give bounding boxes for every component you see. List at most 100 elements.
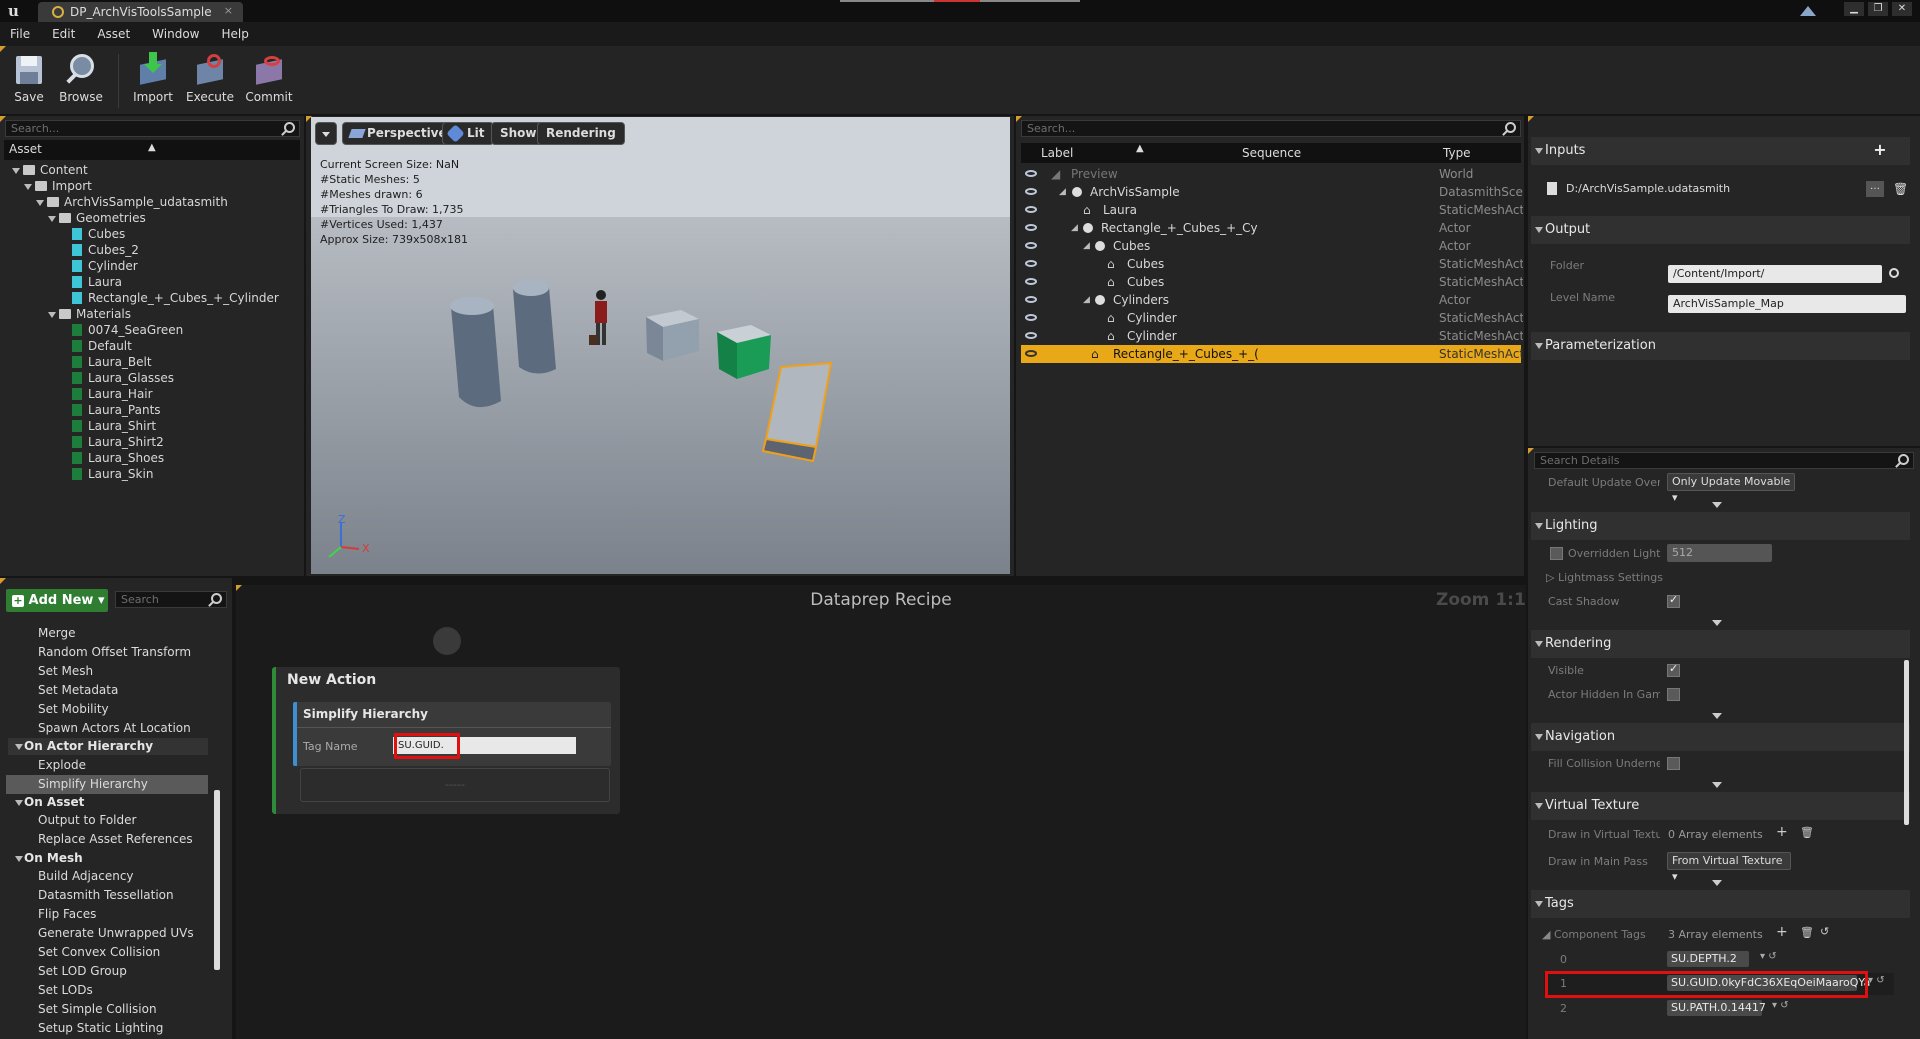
outliner-row[interactable]: ⌂LauraStaticMeshActor xyxy=(1021,201,1523,219)
category-on-actor-hierarchy[interactable]: On Actor Hierarchy xyxy=(8,738,208,755)
tree-item-mesh[interactable]: Laura xyxy=(72,274,122,290)
tree-item-material[interactable]: Laura_Shoes xyxy=(72,450,164,466)
notification-icon[interactable] xyxy=(1800,4,1816,16)
visibility-eye-icon[interactable] xyxy=(1025,242,1037,249)
outliner-row[interactable]: ◢ Cubes Actor xyxy=(1021,237,1521,255)
action-item[interactable]: Build Adjacency xyxy=(38,869,134,883)
add-element-icon[interactable]: + xyxy=(1776,824,1788,840)
action-item[interactable]: Explode xyxy=(38,758,86,772)
column-sequence[interactable]: Sequence xyxy=(1242,146,1301,160)
add-new-button[interactable]: + Add New ▾ xyxy=(6,589,108,612)
visibility-eye-icon[interactable] xyxy=(1025,314,1037,321)
navigation-section-header[interactable]: Navigation xyxy=(1531,723,1910,751)
action-item[interactable]: Set Convex Collision xyxy=(38,945,160,959)
add-element-icon[interactable]: + xyxy=(1776,924,1788,940)
trash-icon[interactable]: 🗑 xyxy=(1800,926,1814,939)
expand-advanced-icon[interactable] xyxy=(1712,880,1722,886)
tree-item-material[interactable]: Laura_Shirt2 xyxy=(72,434,164,450)
action-node[interactable]: New Action Simplify Hierarchy Tag Name S… xyxy=(272,667,620,814)
outliner-row[interactable]: ⌂CubesStaticMeshActor xyxy=(1021,255,1523,273)
tree-item-material[interactable]: Laura_Shirt xyxy=(72,418,156,434)
cast-shadow-checkbox[interactable] xyxy=(1667,593,1680,608)
outliner-row[interactable]: ⌂CylinderStaticMeshActor xyxy=(1021,309,1523,327)
menu-edit[interactable]: Edit xyxy=(52,27,75,41)
visible-checkbox[interactable] xyxy=(1667,662,1680,677)
tree-item-content[interactable]: Content xyxy=(12,162,88,178)
browse-folder-icon[interactable] xyxy=(1889,268,1899,278)
visibility-eye-icon[interactable] xyxy=(1025,350,1037,357)
menu-asset[interactable]: Asset xyxy=(97,27,130,41)
viewport-options-button[interactable] xyxy=(315,122,337,145)
execute-button[interactable]: Execute xyxy=(182,52,238,104)
tree-item-material[interactable]: Laura_Skin xyxy=(72,466,153,482)
tree-item-mesh[interactable]: Cubes xyxy=(72,226,125,242)
action-item[interactable]: Output to Folder xyxy=(38,813,136,827)
column-label[interactable]: Label xyxy=(1041,146,1073,160)
action-item[interactable]: Datasmith Tessellation xyxy=(38,888,174,902)
action-search-input[interactable]: Search xyxy=(115,591,227,608)
visibility-eye-icon[interactable] xyxy=(1025,188,1037,195)
action-item[interactable]: Set Simple Collision xyxy=(38,1002,157,1016)
lighting-section-header[interactable]: Lighting xyxy=(1531,512,1910,540)
minimize-icon[interactable]: ▁ xyxy=(1844,2,1864,16)
import-button[interactable]: Import xyxy=(125,52,181,104)
document-tab[interactable]: DP_ArchVisToolsSample × xyxy=(38,2,243,22)
visibility-eye-icon[interactable] xyxy=(1025,296,1037,303)
category-on-mesh[interactable]: On Mesh xyxy=(8,850,208,867)
parameterization-section-header[interactable]: Parameterization xyxy=(1531,332,1910,360)
close-window-icon[interactable]: ✕ xyxy=(1892,2,1912,16)
action-item[interactable]: Set LODs xyxy=(38,983,93,997)
details-scrollbar[interactable] xyxy=(1904,660,1909,825)
category-on-asset[interactable]: On Asset xyxy=(8,794,208,811)
action-item[interactable]: Set LOD Group xyxy=(38,964,127,978)
visibility-eye-icon[interactable] xyxy=(1025,278,1037,285)
tree-item-materials[interactable]: Materials xyxy=(48,306,131,322)
inputs-section-header[interactable]: Inputs xyxy=(1531,137,1910,165)
maximize-icon[interactable]: ❐ xyxy=(1868,2,1888,16)
rendering-section-header[interactable]: Rendering xyxy=(1531,630,1910,658)
expand-advanced-icon[interactable] xyxy=(1712,620,1722,626)
outliner-row[interactable]: ⌂CylinderStaticMeshActor xyxy=(1021,327,1523,345)
tree-item-material[interactable]: Laura_Belt xyxy=(72,354,152,370)
overridden-light-map-checkbox[interactable] xyxy=(1550,547,1563,560)
tree-item-mesh[interactable]: Cubes_2 xyxy=(72,242,139,258)
expand-advanced-icon[interactable] xyxy=(1712,713,1722,719)
browse-button[interactable]: Browse xyxy=(53,52,109,104)
outliner-row[interactable]: ◢ArchVisSampleDatasmithScene xyxy=(1021,183,1523,201)
tree-item-geometries[interactable]: Geometries xyxy=(48,210,146,226)
tree-item-material[interactable]: Laura_Hair xyxy=(72,386,153,402)
row-options-icon[interactable]: ▾ ↺ xyxy=(1868,975,1885,986)
virtual-texture-section-header[interactable]: Virtual Texture xyxy=(1531,792,1910,820)
commit-button[interactable]: Commit xyxy=(241,52,297,104)
menu-window[interactable]: Window xyxy=(152,27,199,41)
draw-main-pass-select[interactable]: From Virtual Texture ▾ xyxy=(1667,852,1791,883)
expand-advanced-icon[interactable] xyxy=(1712,502,1722,508)
action-item[interactable]: Set Metadata xyxy=(38,683,118,697)
tree-item-material[interactable]: Laura_Pants xyxy=(72,402,161,418)
outliner-row[interactable]: ◢ Preview World xyxy=(1021,165,1521,183)
add-input-icon[interactable]: + xyxy=(1872,142,1888,158)
outliner-search-input[interactable]: Search... xyxy=(1021,120,1521,137)
action-item[interactable]: Spawn Actors At Location xyxy=(38,721,191,735)
action-item[interactable]: Set Mobility xyxy=(38,702,109,716)
row-options-icon[interactable]: ▾ ↺ xyxy=(1760,951,1777,962)
fill-collision-checkbox[interactable] xyxy=(1667,757,1680,770)
actions-scrollbar[interactable] xyxy=(214,790,220,970)
expand-advanced-icon[interactable] xyxy=(1712,782,1722,788)
rendering-button[interactable]: Rendering xyxy=(537,122,625,145)
details-search-input[interactable]: Search Details xyxy=(1534,452,1914,469)
menu-help[interactable]: Help xyxy=(221,27,248,41)
action-item[interactable]: Set Mesh xyxy=(38,664,93,678)
menu-file[interactable]: File xyxy=(10,27,30,41)
tree-item-material[interactable]: Default xyxy=(72,338,132,354)
visibility-eye-icon[interactable] xyxy=(1025,224,1037,231)
trash-icon[interactable]: 🗑 xyxy=(1800,826,1814,839)
folder-input[interactable]: /Content/Import/ xyxy=(1668,265,1882,283)
level-name-input[interactable]: ArchVisSample_Map xyxy=(1668,295,1906,313)
action-item[interactable]: Generate Unwrapped UVs xyxy=(38,926,194,940)
visibility-eye-icon[interactable] xyxy=(1025,170,1037,177)
tags-section-header[interactable]: Tags xyxy=(1531,890,1910,918)
outliner-row[interactable]: ⌂CubesStaticMeshActor xyxy=(1021,273,1523,291)
action-item[interactable]: Merge xyxy=(38,626,75,640)
reset-icon[interactable]: ↺ xyxy=(1820,925,1829,938)
